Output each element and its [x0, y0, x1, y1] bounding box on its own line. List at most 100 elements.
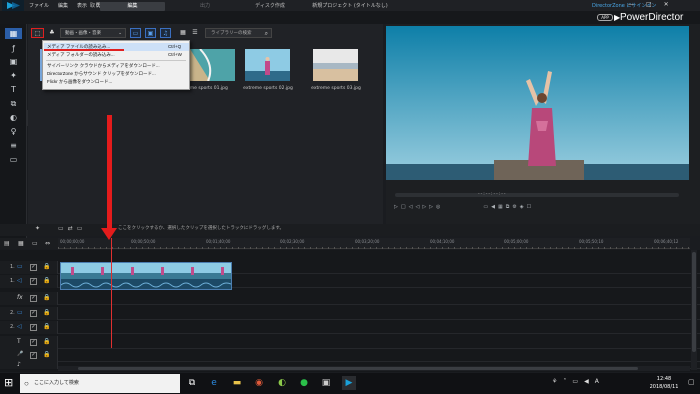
library-filter-dropdown[interactable]: 動画・画像・音楽 ⌄	[60, 28, 126, 38]
maximize-button[interactable]: □	[646, 1, 652, 8]
playhead[interactable]	[111, 238, 112, 348]
close-button[interactable]: ✕	[664, 1, 669, 8]
line-icon[interactable]: ●	[297, 376, 311, 390]
app-badge[interactable]: APP	[597, 14, 613, 21]
rewind-icon[interactable]: ◁	[415, 204, 419, 213]
volume-tray-icon[interactable]: ◀	[584, 378, 589, 385]
import-media-button[interactable]: ⬚	[31, 28, 44, 38]
lock-icon[interactable]: 🔒	[43, 294, 50, 301]
view-icon[interactable]: ▭	[32, 240, 38, 247]
track-enable-checkbox[interactable]: ✓	[30, 295, 37, 302]
app-icon[interactable]: ◐	[275, 376, 289, 390]
minimize-button[interactable]: —	[628, 1, 634, 8]
prev-frame-icon[interactable]: ◁	[409, 204, 413, 213]
track-enable-checkbox[interactable]: ✓	[30, 324, 37, 331]
menu-file[interactable]: ファイル	[29, 2, 49, 9]
zoom-icon[interactable]: ⇔	[45, 240, 50, 247]
up-arrow-icon[interactable]: ˄	[563, 378, 566, 385]
particle-room-icon[interactable]: ✦	[8, 70, 19, 81]
lock-icon[interactable]: 🔒	[43, 323, 50, 330]
stop-icon[interactable]: □	[401, 204, 406, 213]
media-thumbnail[interactable]	[245, 49, 290, 81]
timeline-clip[interactable]	[60, 262, 232, 290]
lock-icon[interactable]: 🔒	[43, 338, 50, 345]
next-frame-icon[interactable]: ▷	[429, 204, 433, 213]
taskbar-clock[interactable]: 12:48 2018/08/11	[644, 375, 684, 391]
split-icon[interactable]: ⇄	[68, 225, 73, 232]
track-header: T ✓ 🔒	[0, 336, 58, 349]
subtitle-room-icon[interactable]: ▭	[8, 154, 19, 165]
undock-icon[interactable]: ⧉	[506, 204, 510, 213]
people-icon[interactable]: ⚘	[552, 378, 557, 385]
file-explorer-icon[interactable]: ▬	[230, 376, 244, 390]
fx-room-icon[interactable]: ƒ	[8, 43, 19, 54]
audio-mixing-room-icon[interactable]: ◐	[8, 112, 19, 123]
scrollbar-thumb[interactable]	[692, 252, 696, 352]
delete-icon[interactable]: ▭	[77, 225, 83, 232]
audio-filter-button[interactable]: ♫	[160, 28, 171, 38]
chapter-room-icon[interactable]: ≡	[8, 140, 19, 151]
trim-icon[interactable]: ▭	[58, 225, 64, 232]
fullscreen-icon[interactable]: ▭	[483, 204, 488, 213]
lock-icon[interactable]: 🔒	[43, 277, 50, 284]
menu-item-cloud-download[interactable]: サイバーリンク クラウドからメディアをダウンロード...	[44, 62, 189, 70]
timeline-horizontal-scrollbar[interactable]	[58, 366, 690, 371]
play-icon[interactable]: ▷	[394, 204, 398, 213]
menu-item-directorzone-download[interactable]: DirectorZone からサウンド クリップをダウンロード...	[44, 70, 189, 78]
windows-start-icon[interactable]: ⊞	[4, 376, 13, 389]
pip-room-icon[interactable]: ▣	[8, 56, 19, 67]
quality-icon[interactable]: ◈	[520, 204, 524, 213]
track-enable-checkbox[interactable]: ✓	[30, 278, 37, 285]
track-header: 1. ▭ ✓ 🔒	[0, 261, 58, 274]
title-room-icon[interactable]: T	[8, 84, 19, 95]
media-thumbnail[interactable]	[313, 49, 358, 81]
track-enable-checkbox[interactable]: ✓	[30, 339, 37, 346]
track-row[interactable]: 2. ▭ ✓ 🔒	[0, 307, 700, 320]
network-icon[interactable]: ▭	[572, 378, 578, 385]
plugin-icon[interactable]: ♣	[47, 28, 57, 38]
tab-disc[interactable]: ディスク作成	[220, 2, 320, 11]
lock-icon[interactable]: 🔒	[43, 263, 50, 270]
track-row[interactable]: 2. ◁ ✓ 🔒	[0, 321, 700, 334]
task-view-icon[interactable]: ⧉	[185, 376, 199, 390]
transition-room-icon[interactable]: ⧉	[8, 98, 19, 109]
fast-forward-icon[interactable]: ▷	[422, 204, 426, 213]
library-search-input[interactable]: ライブラリーの検索 ⌕	[205, 28, 272, 38]
track-row[interactable]: T ✓ 🔒	[0, 336, 700, 349]
image-filter-button[interactable]: ▣	[145, 28, 156, 38]
sort-icon[interactable]: ☰	[190, 28, 200, 38]
video-filter-button[interactable]: ▭	[130, 28, 141, 38]
menu-item-flickr-download[interactable]: Flickr から画像をダウンロード...	[44, 78, 189, 86]
media-room-icon[interactable]: ▦	[5, 28, 22, 39]
volume-icon[interactable]: ◀	[491, 204, 495, 213]
grid-view-icon[interactable]: ▦	[178, 28, 188, 38]
ruler-label: 00;02;30;00	[280, 239, 305, 244]
storyboard-icon[interactable]: ▦	[18, 240, 24, 247]
powerdirector-taskbar-icon[interactable]: ▶	[342, 376, 356, 390]
timeline-vertical-scrollbar[interactable]	[691, 250, 697, 370]
lock-icon[interactable]: 🔒	[43, 351, 50, 358]
chat-icon[interactable]: ☐	[527, 204, 531, 213]
track-row[interactable]: fx ✓ 🔒	[0, 292, 700, 305]
voiceover-room-icon[interactable]: ♀	[8, 126, 19, 137]
track-enable-checkbox[interactable]: ✓	[30, 264, 37, 271]
edge-icon[interactable]: e	[207, 376, 221, 390]
snapshot-icon[interactable]: ◎	[436, 204, 440, 213]
notification-icon[interactable]: ▢	[688, 378, 695, 386]
magic-tools-icon[interactable]: ✦	[35, 225, 40, 232]
menu-item-import-folder[interactable]: メディア フォルダーの読み込み... Ctrl+W	[44, 51, 189, 59]
tab-edit[interactable]: 編集	[100, 2, 165, 11]
media-thumbnail[interactable]	[190, 49, 235, 81]
ime-icon[interactable]: A	[595, 378, 599, 385]
lock-icon[interactable]: 🔒	[43, 309, 50, 316]
track-enable-checkbox[interactable]: ✓	[30, 310, 37, 317]
grid-icon[interactable]: ▦	[498, 204, 503, 213]
settings-icon[interactable]: ⚙	[512, 204, 516, 213]
track-enable-checkbox[interactable]: ✓	[30, 352, 37, 359]
timecode-display: --:--:--:--	[478, 192, 507, 197]
scrollbar-thumb[interactable]	[78, 367, 638, 370]
chrome-icon[interactable]: ◉	[252, 376, 266, 390]
track-manager-icon[interactable]: ▤	[4, 240, 10, 247]
photos-icon[interactable]: ▣	[319, 376, 333, 390]
taskbar-search-input[interactable]: ○ ここに入力して検索	[20, 374, 180, 393]
